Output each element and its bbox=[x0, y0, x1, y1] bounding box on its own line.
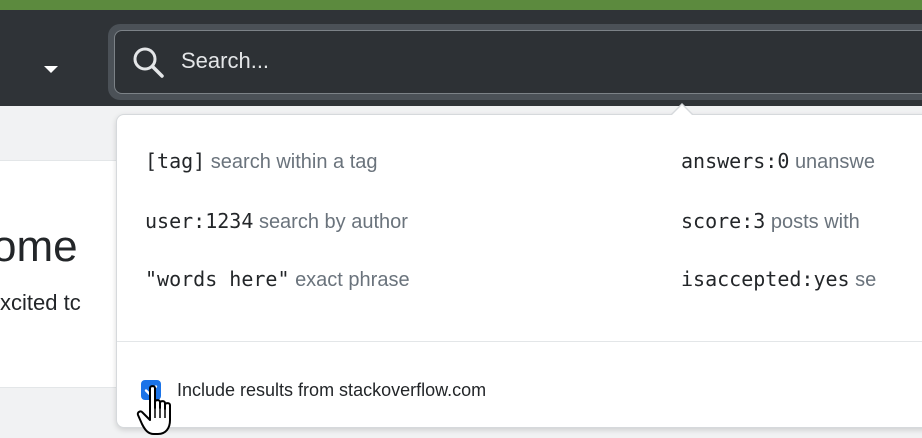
hint-desc: posts with bbox=[770, 211, 860, 233]
chevron-down-icon[interactable] bbox=[44, 66, 58, 73]
search-hints-popover: [tag] search within a tag user:1234 sear… bbox=[116, 114, 922, 428]
popover-divider bbox=[117, 341, 922, 342]
hint-desc: se bbox=[855, 269, 877, 291]
search-input[interactable] bbox=[179, 41, 879, 81]
hint-token: user:1234 bbox=[145, 209, 254, 233]
hint-desc: unanswe bbox=[794, 151, 875, 173]
hint-desc: search within a tag bbox=[210, 151, 378, 173]
search-box[interactable] bbox=[114, 30, 922, 94]
hint-token: answers:0 bbox=[681, 149, 790, 173]
popover-arrow bbox=[672, 105, 692, 115]
hint-token: score:3 bbox=[681, 209, 766, 233]
search-icon bbox=[133, 47, 164, 78]
hint-tag: [tag] search within a tag bbox=[145, 149, 378, 174]
hint-desc: search by author bbox=[258, 211, 408, 233]
include-results-label[interactable]: Include results from stackoverflow.com bbox=[177, 380, 486, 401]
hint-answers: answers:0 unanswe bbox=[681, 149, 875, 174]
search-focus-ring bbox=[108, 24, 922, 100]
hint-token: isaccepted:yes bbox=[681, 267, 850, 291]
page-heading: ome bbox=[0, 222, 78, 271]
page-subtext: xcited tc bbox=[0, 290, 81, 315]
top-accent-strip bbox=[0, 0, 922, 10]
hint-score: score:3 posts with bbox=[681, 209, 860, 234]
hint-isaccepted: isaccepted:yes se bbox=[681, 267, 876, 292]
hint-user: user:1234 search by author bbox=[145, 209, 408, 234]
include-results-row[interactable]: Include results from stackoverflow.com bbox=[141, 375, 486, 405]
hint-token: "words here" bbox=[145, 267, 290, 291]
hand-pointer-cursor-icon bbox=[136, 385, 171, 435]
hint-desc: exact phrase bbox=[295, 269, 410, 291]
hint-phrase: "words here" exact phrase bbox=[145, 267, 410, 292]
hint-token: [tag] bbox=[145, 149, 206, 173]
